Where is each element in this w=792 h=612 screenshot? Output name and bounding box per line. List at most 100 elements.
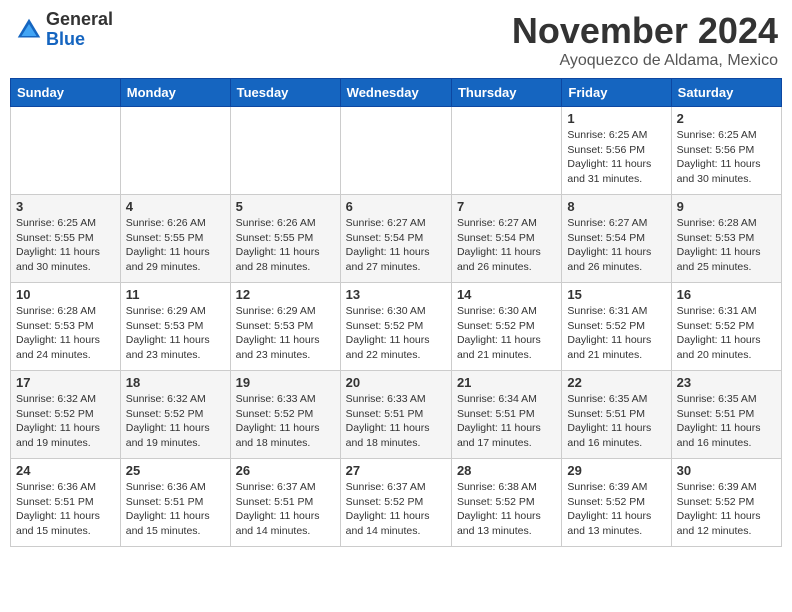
day-info: Sunrise: 6:26 AMSunset: 5:55 PMDaylight:… (236, 216, 335, 275)
day-number: 27 (346, 463, 446, 478)
location-title: Ayoquezco de Aldama, Mexico (512, 52, 778, 70)
day-number: 12 (236, 287, 335, 302)
header-monday: Monday (120, 79, 230, 107)
week-row-2: 3 Sunrise: 6:25 AMSunset: 5:55 PMDaylight… (11, 195, 782, 283)
calendar-cell: 27 Sunrise: 6:37 AMSunset: 5:52 PMDayligh… (340, 459, 451, 547)
day-number: 15 (567, 287, 665, 302)
day-number: 24 (16, 463, 115, 478)
day-number: 28 (457, 463, 556, 478)
day-info: Sunrise: 6:39 AMSunset: 5:52 PMDaylight:… (677, 480, 776, 539)
header-row: SundayMondayTuesdayWednesdayThursdayFrid… (11, 79, 782, 107)
day-number: 7 (457, 199, 556, 214)
calendar-cell: 21 Sunrise: 6:34 AMSunset: 5:51 PMDayligh… (451, 371, 561, 459)
title-block: November 2024 Ayoquezco de Aldama, Mexic… (512, 10, 778, 70)
calendar-cell (120, 107, 230, 195)
week-row-3: 10 Sunrise: 6:28 AMSunset: 5:53 PMDayligh… (11, 283, 782, 371)
day-info: Sunrise: 6:25 AMSunset: 5:55 PMDaylight:… (16, 216, 115, 275)
logo-icon (14, 15, 44, 45)
day-info: Sunrise: 6:36 AMSunset: 5:51 PMDaylight:… (16, 480, 115, 539)
day-info: Sunrise: 6:27 AMSunset: 5:54 PMDaylight:… (346, 216, 446, 275)
calendar-cell: 28 Sunrise: 6:38 AMSunset: 5:52 PMDayligh… (451, 459, 561, 547)
day-info: Sunrise: 6:37 AMSunset: 5:52 PMDaylight:… (346, 480, 446, 539)
day-info: Sunrise: 6:34 AMSunset: 5:51 PMDaylight:… (457, 392, 556, 451)
day-info: Sunrise: 6:37 AMSunset: 5:51 PMDaylight:… (236, 480, 335, 539)
week-row-4: 17 Sunrise: 6:32 AMSunset: 5:52 PMDayligh… (11, 371, 782, 459)
calendar-cell (11, 107, 121, 195)
day-number: 4 (126, 199, 225, 214)
logo: General Blue (14, 10, 113, 50)
day-info: Sunrise: 6:25 AMSunset: 5:56 PMDaylight:… (567, 128, 665, 187)
week-row-5: 24 Sunrise: 6:36 AMSunset: 5:51 PMDayligh… (11, 459, 782, 547)
calendar-cell: 14 Sunrise: 6:30 AMSunset: 5:52 PMDayligh… (451, 283, 561, 371)
calendar-cell: 16 Sunrise: 6:31 AMSunset: 5:52 PMDayligh… (671, 283, 781, 371)
day-info: Sunrise: 6:31 AMSunset: 5:52 PMDaylight:… (567, 304, 665, 363)
calendar-header: SundayMondayTuesdayWednesdayThursdayFrid… (11, 79, 782, 107)
calendar-cell: 29 Sunrise: 6:39 AMSunset: 5:52 PMDayligh… (562, 459, 671, 547)
day-number: 30 (677, 463, 776, 478)
day-info: Sunrise: 6:28 AMSunset: 5:53 PMDaylight:… (677, 216, 776, 275)
day-number: 17 (16, 375, 115, 390)
header-saturday: Saturday (671, 79, 781, 107)
day-info: Sunrise: 6:27 AMSunset: 5:54 PMDaylight:… (567, 216, 665, 275)
header-wednesday: Wednesday (340, 79, 451, 107)
calendar-cell: 1 Sunrise: 6:25 AMSunset: 5:56 PMDaylight… (562, 107, 671, 195)
day-number: 5 (236, 199, 335, 214)
calendar-cell: 12Sunrise: 6:29 AMSunset: 5:53 PMDayligh… (230, 283, 340, 371)
header-tuesday: Tuesday (230, 79, 340, 107)
day-number: 13 (346, 287, 446, 302)
month-title: November 2024 (512, 10, 778, 52)
day-info: Sunrise: 6:38 AMSunset: 5:52 PMDaylight:… (457, 480, 556, 539)
calendar-cell (340, 107, 451, 195)
day-info: Sunrise: 6:39 AMSunset: 5:52 PMDaylight:… (567, 480, 665, 539)
calendar-cell: 3 Sunrise: 6:25 AMSunset: 5:55 PMDaylight… (11, 195, 121, 283)
logo-blue-text: Blue (46, 30, 113, 50)
calendar-cell: 4 Sunrise: 6:26 AMSunset: 5:55 PMDaylight… (120, 195, 230, 283)
day-number: 10 (16, 287, 115, 302)
day-info: Sunrise: 6:33 AMSunset: 5:52 PMDaylight:… (236, 392, 335, 451)
calendar-cell (230, 107, 340, 195)
day-number: 21 (457, 375, 556, 390)
calendar-cell: 24 Sunrise: 6:36 AMSunset: 5:51 PMDayligh… (11, 459, 121, 547)
day-info: Sunrise: 6:36 AMSunset: 5:51 PMDaylight:… (126, 480, 225, 539)
logo-text: General Blue (46, 10, 113, 50)
day-number: 29 (567, 463, 665, 478)
calendar-table: SundayMondayTuesdayWednesdayThursdayFrid… (10, 78, 782, 547)
day-number: 3 (16, 199, 115, 214)
calendar-cell: 18Sunrise: 6:32 AMSunset: 5:52 PMDayligh… (120, 371, 230, 459)
calendar-cell: 17 Sunrise: 6:32 AMSunset: 5:52 PMDayligh… (11, 371, 121, 459)
header-thursday: Thursday (451, 79, 561, 107)
calendar-cell: 9 Sunrise: 6:28 AMSunset: 5:53 PMDaylight… (671, 195, 781, 283)
day-info: Sunrise: 6:32 AMSunset: 5:52 PMDaylight:… (16, 392, 115, 451)
calendar-cell: 26 Sunrise: 6:37 AMSunset: 5:51 PMDayligh… (230, 459, 340, 547)
week-row-1: 1 Sunrise: 6:25 AMSunset: 5:56 PMDaylight… (11, 107, 782, 195)
calendar-cell: 7 Sunrise: 6:27 AMSunset: 5:54 PMDaylight… (451, 195, 561, 283)
header-friday: Friday (562, 79, 671, 107)
calendar-cell: 2 Sunrise: 6:25 AMSunset: 5:56 PMDaylight… (671, 107, 781, 195)
day-number: 19 (236, 375, 335, 390)
day-info: Sunrise: 6:28 AMSunset: 5:53 PMDaylight:… (16, 304, 115, 363)
day-info: Sunrise: 6:35 AMSunset: 5:51 PMDaylight:… (567, 392, 665, 451)
header-sunday: Sunday (11, 79, 121, 107)
day-info: Sunrise: 6:32 AMSunset: 5:52 PMDaylight:… (126, 392, 225, 451)
day-info: Sunrise: 6:25 AMSunset: 5:56 PMDaylight:… (677, 128, 776, 187)
day-info: Sunrise: 6:31 AMSunset: 5:52 PMDaylight:… (677, 304, 776, 363)
day-number: 23 (677, 375, 776, 390)
calendar-cell: 8 Sunrise: 6:27 AMSunset: 5:54 PMDaylight… (562, 195, 671, 283)
day-number: 16 (677, 287, 776, 302)
calendar-cell: 10 Sunrise: 6:28 AMSunset: 5:53 PMDayligh… (11, 283, 121, 371)
day-number: 9 (677, 199, 776, 214)
calendar-cell: 30 Sunrise: 6:39 AMSunset: 5:52 PMDayligh… (671, 459, 781, 547)
day-info: Sunrise: 6:27 AMSunset: 5:54 PMDaylight:… (457, 216, 556, 275)
calendar-cell: 5 Sunrise: 6:26 AMSunset: 5:55 PMDaylight… (230, 195, 340, 283)
day-info: Sunrise: 6:30 AMSunset: 5:52 PMDaylight:… (457, 304, 556, 363)
calendar-cell: 22Sunrise: 6:35 AMSunset: 5:51 PMDayligh… (562, 371, 671, 459)
day-info: Sunrise: 6:26 AMSunset: 5:55 PMDaylight:… (126, 216, 225, 275)
calendar-body: 1 Sunrise: 6:25 AMSunset: 5:56 PMDaylight… (11, 107, 782, 547)
day-number: 1 (567, 111, 665, 126)
day-number: 2 (677, 111, 776, 126)
calendar-cell: 15 Sunrise: 6:31 AMSunset: 5:52 PMDayligh… (562, 283, 671, 371)
day-number: 6 (346, 199, 446, 214)
day-number: 8 (567, 199, 665, 214)
day-number: 26 (236, 463, 335, 478)
day-number: 14 (457, 287, 556, 302)
